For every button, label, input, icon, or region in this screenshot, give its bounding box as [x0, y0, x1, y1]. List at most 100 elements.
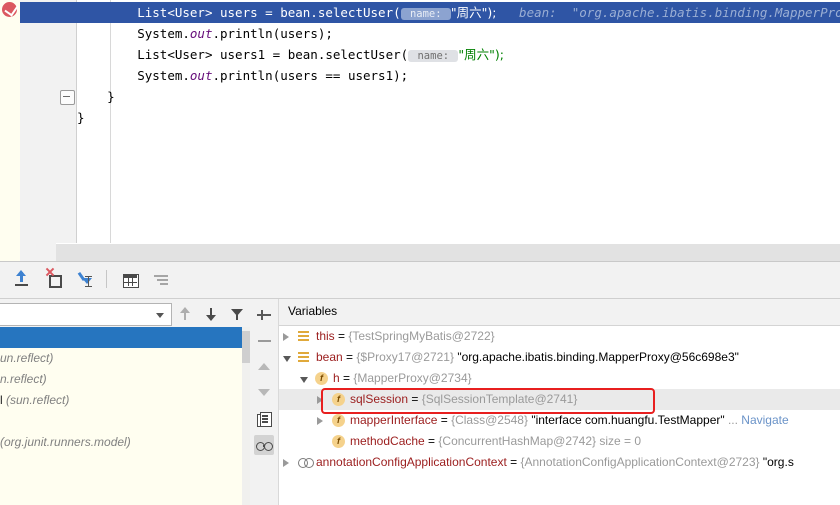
frames-toolbar [0, 299, 250, 328]
frame-list-item[interactable]: (org.junit.runners.model) [0, 432, 242, 453]
variable-equals: = [342, 350, 357, 364]
line-close-method[interactable]: } [77, 86, 840, 107]
frames-scrollbar-thumb[interactable] [242, 331, 250, 363]
variable-extra: size = 0 [596, 434, 642, 448]
watches-glasses-icon [254, 435, 274, 455]
step-out-button[interactable] [12, 270, 32, 290]
chevron-down-icon[interactable] [283, 356, 291, 362]
variable-text: this = {TestSpringMyBatis@2722} [316, 326, 495, 347]
variables-title: Variables [288, 304, 338, 318]
variable-equals: = [408, 392, 422, 406]
remove-watch-button[interactable] [254, 331, 274, 351]
copy-icon [254, 409, 274, 429]
frame-package: (sun.reflect) [6, 393, 70, 407]
frames-down-button[interactable] [201, 304, 221, 324]
field-value-icon: f [332, 393, 345, 406]
frame-list-item[interactable]: un.reflect) [0, 348, 242, 369]
editor-gutter[interactable] [0, 0, 20, 261]
force-step-into-button[interactable] [44, 267, 64, 290]
sort-values-button[interactable] [152, 270, 172, 290]
var-annotationConfigApplicationContext[interactable]: annotationConfigApplicationContext = {An… [279, 452, 840, 473]
line-println-compare[interactable]: System.out.println(users == users1); [77, 65, 840, 86]
chevron-right-icon[interactable] [317, 396, 323, 404]
var-bean[interactable]: bean = {$Proxy17@2721} "org.apache.ibati… [279, 347, 840, 368]
evaluate-expression-button[interactable] [120, 270, 140, 290]
watches-toggle-button[interactable] [254, 435, 274, 455]
filter-icon [227, 304, 247, 324]
variable-text: bean = {$Proxy17@2721} "org.apache.ibati… [316, 347, 739, 368]
variables-tree[interactable]: this = {TestSpringMyBatis@2722} bean = {$… [279, 326, 840, 505]
arrow-up-icon [175, 304, 195, 324]
thread-selector-combo[interactable] [0, 303, 172, 326]
arrow-down-icon [201, 304, 221, 324]
variable-name: mapperInterface [350, 413, 438, 427]
variable-name: this [316, 329, 335, 343]
variables-panel[interactable]: Variables this = {TestSpringMyBatis@2722… [279, 299, 840, 505]
line-close-class[interactable]: } [77, 107, 840, 128]
toolbar-separator [106, 270, 107, 288]
watches-toolbar [250, 299, 279, 505]
editor-bottom-strip [56, 243, 840, 261]
code-token: name: [408, 50, 459, 62]
code-token: List<User> users = bean.selectUser( [137, 5, 401, 20]
code-token: List<User> users1 = bean.selectUser( [137, 47, 409, 62]
chevron-right-icon[interactable] [283, 333, 289, 341]
frames-up-button[interactable] [175, 304, 195, 324]
variable-name: sqlSession [350, 392, 409, 406]
line-selected[interactable]: List<User> users = bean.selectUser( name… [77, 2, 840, 23]
variable-value: "org.apache.ibatis.binding.MapperProxy@5… [457, 350, 739, 364]
var-this[interactable]: this = {TestSpringMyBatis@2722} [279, 326, 840, 347]
triangle-up-icon [258, 363, 270, 370]
variable-text: h = {MapperProxy@2734} [333, 368, 472, 389]
variable-name: methodCache [350, 434, 425, 448]
var-methodCache[interactable]: f methodCache = {ConcurrentHashMap@2742} … [279, 431, 840, 452]
code-token: "周六"); [458, 47, 505, 62]
frames-panel[interactable]: un.reflect) n.reflect) l (sun.reflect) (org… [0, 299, 250, 505]
code-editor[interactable]: List<User> users = bean.selectUser( name… [0, 0, 840, 261]
variable-equals: = [334, 329, 349, 343]
var-mapperInterface[interactable]: f mapperInterface = {Class@2548} "interfa… [279, 410, 840, 431]
frame-list-item[interactable] [0, 453, 242, 474]
editor-fold-gutter[interactable] [20, 0, 77, 261]
frames-stack-list[interactable]: un.reflect) n.reflect) l (sun.reflect) (org… [0, 327, 242, 505]
variable-reference: {AnnotationConfigApplicationContext@2723… [520, 455, 760, 469]
table-icon [120, 270, 140, 290]
variable-equals: = [506, 455, 521, 469]
line-users1[interactable]: List<User> users1 = bean.selectUser( nam… [77, 44, 840, 65]
frames-filter-button[interactable] [227, 304, 247, 324]
navigate-link: Navigate [741, 413, 789, 427]
code-token: "周六"); [450, 5, 497, 20]
variable-reference: {$Proxy17@2721} [356, 350, 454, 364]
variable-equals: = [437, 413, 452, 427]
copy-value-button[interactable] [254, 409, 274, 429]
frame-list-item[interactable]: n.reflect) [0, 369, 242, 390]
chevron-right-icon[interactable] [317, 417, 323, 425]
add-watch-button[interactable] [254, 305, 274, 325]
move-watch-up-button[interactable] [254, 357, 274, 377]
breakpoint-verified-icon[interactable] [2, 1, 19, 18]
variable-value: "interface com.huangfu.TestMapper" [531, 413, 725, 427]
frame-list-item[interactable] [0, 327, 242, 348]
line-println-users[interactable]: System.out.println(users); [77, 23, 840, 44]
debugger-toolbar [0, 262, 840, 299]
variable-name: bean [316, 350, 343, 364]
move-watch-down-button[interactable] [254, 383, 274, 403]
frames-scrollbar[interactable] [242, 327, 250, 505]
code-text-area[interactable]: List<User> users = bean.selectUser( name… [77, 0, 840, 261]
chevron-down-icon[interactable] [300, 377, 308, 383]
code-token: name: [400, 8, 451, 20]
variable-reference: {TestSpringMyBatis@2722} [348, 329, 495, 343]
chevron-right-icon[interactable] [283, 459, 289, 467]
object-value-icon [298, 352, 309, 363]
var-h[interactable]: fh = {MapperProxy@2734} [279, 368, 840, 389]
var-sqlSession[interactable]: f sqlSession = {SqlSessionTemplate@2741} [279, 389, 840, 410]
drop-frame-button[interactable] [76, 270, 96, 290]
chevron-down-icon [156, 313, 164, 318]
variable-equals: = [424, 434, 439, 448]
frame-list-item[interactable]: l (sun.reflect) [0, 390, 242, 411]
code-fold-collapse-icon[interactable] [60, 90, 75, 105]
frame-list-item[interactable] [0, 411, 242, 432]
